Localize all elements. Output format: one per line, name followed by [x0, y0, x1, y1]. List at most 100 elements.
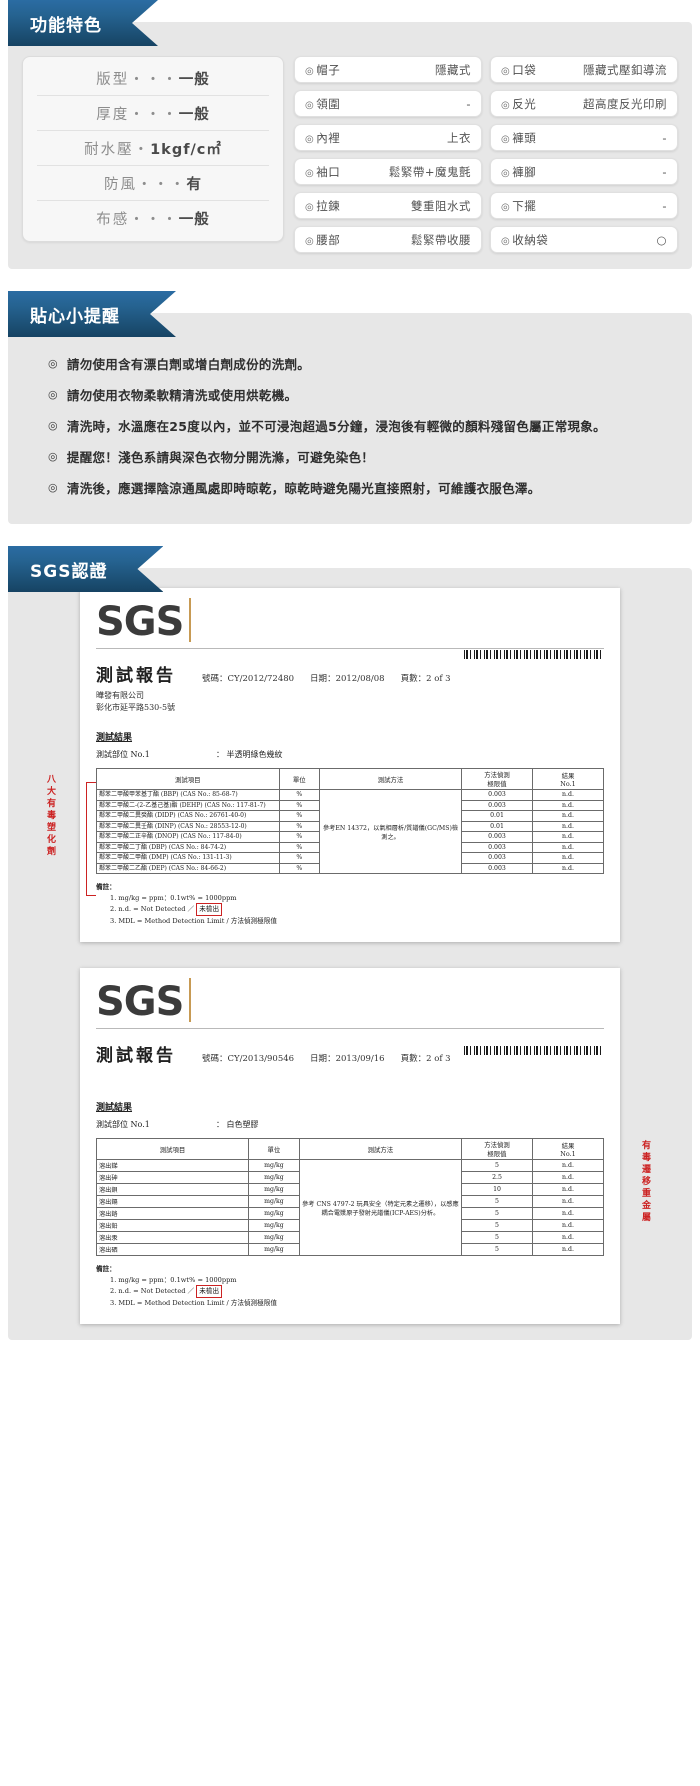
cell-unit: mg/kg: [248, 1231, 300, 1245]
report-table-wrap: 八大有毒塑化劑 測試項目 單位 測試方法 方法偵測 極限值 結果 No.1 鄰苯…: [45, 768, 604, 896]
not-detected-badge: 未檢出: [196, 903, 223, 916]
circle-dot-icon: ◎: [305, 235, 315, 247]
cell-unit: %: [278, 810, 321, 822]
sgs-panel: SGS 測試報告 號碼：CY/2012/72480 日期：2012/08/08 …: [8, 568, 692, 1341]
test-part-sep: ：: [216, 750, 224, 759]
circle-dot-icon: ◎: [501, 167, 511, 179]
cell-result: n.d.: [532, 841, 604, 853]
feature-item: ◎ 內裡 上衣: [294, 124, 482, 151]
test-part-value: 半透明綠色幾紋: [226, 750, 283, 759]
report-meta: 號碼：CY/2012/72480 日期：2012/08/08 頁數：2 of 3: [202, 672, 451, 684]
cell-item: 溶出銻: [95, 1159, 250, 1173]
circle-dot-icon: ◎: [48, 481, 58, 494]
cell-result: n.d.: [531, 1171, 605, 1185]
feature-item-label: 褲腳: [512, 164, 537, 179]
tip-item: ◎ 清洗時，水溫應在25度以內，並不可浸泡超過5分鐘，浸泡後有輕微的顏料殘留色屬正…: [48, 419, 672, 434]
cell-unit: mg/kg: [248, 1183, 300, 1197]
product-detail-page: 功能特色 版型・・・一般 厚度・・・一般 耐水壓・1kgf/c㎡ 防風・・・有: [0, 0, 700, 1341]
note-line: 1. mg/kg = ppm：0.1wt% = 1000ppm: [110, 893, 237, 902]
table-row: 溶出銻 mg/kg 參考 CNS 4797-2 玩具安全（特定元素之遷移），以感…: [95, 1159, 605, 1257]
feature-item: ◎ 領圍 -: [294, 90, 482, 117]
feature-item: ◎ 口袋 隱藏式壓釦導流: [490, 56, 678, 83]
feature-item-label: 收納袋: [512, 232, 549, 247]
cell-limit: 5: [461, 1159, 533, 1173]
test-part-sep: ：: [216, 1120, 224, 1130]
test-result-table: 測試項目 單位 測試方法 方法偵測 極限值 結果 No.1 鄰苯二甲酸甲苯基丁酯 (…: [96, 768, 604, 874]
feature-item-label: 口袋: [512, 62, 537, 77]
cell-limit: 5: [461, 1207, 533, 1221]
note-line: 1. mg/kg = ppm：0.1wt% = 1000ppm: [110, 1275, 237, 1284]
cell-result: n.d.: [532, 789, 604, 801]
feature-item: ◎ 褲腳 -: [490, 158, 678, 185]
features-section: 功能特色 版型・・・一般 厚度・・・一般 耐水壓・1kgf/c㎡ 防風・・・有: [0, 0, 700, 269]
sgs-section: SGS認證 SGS 測試報告 號碼：CY/2012/72480 日期：2012/…: [0, 546, 700, 1341]
tip-text: 清洗後，應選擇陰涼通風處即時晾乾，晾乾時避免陽光直接照射，可維護衣服色澤。: [66, 481, 541, 496]
cell-result: n.d.: [532, 810, 604, 822]
spec-dots: ・・・: [129, 72, 179, 88]
spec-dots: ・・・: [129, 107, 179, 123]
logo-divider: [96, 648, 604, 649]
circle-dot-icon: ◎: [48, 357, 58, 370]
barcode: [464, 650, 602, 659]
tip-text: 提醒您！淺色系請與深色衣物分開洗滌，可避免染色！: [66, 450, 375, 465]
cell-limit: 5: [461, 1243, 533, 1257]
cell-result: n.d.: [531, 1207, 605, 1221]
table-header-row: 測試項目 單位 測試方法 方法偵測 極限值 結果 No.1: [95, 1138, 605, 1161]
spec-value: 一般: [178, 212, 210, 228]
test-result-table: 測試項目 單位 測試方法 方法偵測極限值 結果No.1 溶出銻 mg/kg: [95, 1138, 605, 1257]
circle-dot-icon: ◎: [48, 450, 58, 463]
cell-unit: %: [278, 789, 321, 801]
spec-key: 耐水壓: [84, 142, 134, 158]
spec-dots: ・: [133, 142, 151, 158]
feature-item-value: 上衣: [447, 130, 471, 145]
features-grid: 版型・・・一般 厚度・・・一般 耐水壓・1kgf/c㎡ 防風・・・有 布感・・・…: [22, 56, 678, 253]
sgs-logo: SGS: [96, 978, 192, 1023]
barcode: [464, 1046, 602, 1056]
cell-limit: 2.5: [461, 1171, 533, 1185]
cell-result: n.d.: [532, 852, 604, 864]
cell-unit: mg/kg: [248, 1219, 300, 1233]
tips-section: 貼心小提醒 ◎ 請勿使用含有漂白劑或增白劑成份的洗劑。 ◎ 請勿使用衣物柔軟精清洗或…: [0, 291, 700, 524]
notes-heading: 備註：: [96, 883, 116, 891]
cell-limit: 5: [461, 1231, 533, 1245]
cell-unit: %: [278, 831, 321, 843]
cell-item: 鄰苯二甲酸二異癸酯 (DIDP) (CAS No.: 26761-40-0): [96, 810, 280, 822]
features-ribbon-wrap: 功能特色: [0, 0, 700, 46]
report-logo-row: SGS: [96, 978, 604, 1023]
cell-unit: mg/kg: [248, 1195, 300, 1209]
cell-unit: mg/kg: [248, 1159, 300, 1173]
cell-result: n.d.: [531, 1231, 605, 1245]
circle-dot-icon: ◎: [305, 65, 315, 77]
feature-item-value: 鬆緊帶收腰: [411, 232, 471, 247]
cell-unit: %: [278, 862, 321, 874]
circle-dot-icon: ◎: [501, 65, 511, 77]
feature-item: ◎ 下擺 -: [490, 192, 678, 219]
feature-item-value: -: [662, 198, 667, 213]
not-detected-badge: 未檢出: [196, 1285, 223, 1298]
col-item: 測試項目: [96, 768, 280, 790]
report-header: 測試報告 號碼：CY/2012/72480 日期：2012/08/08 頁數：2…: [96, 661, 604, 686]
side-label-toxic-heavy-metal: 有毒遷移重金屬: [640, 1140, 650, 1225]
report-meta: 號碼：CY/2013/90546 日期：2013/09/16 頁數：2 of 3: [202, 1052, 451, 1064]
cell-unit: mg/kg: [248, 1171, 300, 1185]
report-logo-row: SGS: [96, 598, 604, 642]
feature-item-columns: ◎ 帽子 隱藏式 ◎ 領圍 - ◎ 內裡 上衣 ◎ 袖口 鬆緊帶+魔鬼氈 ◎ 拉鍊 雙重阻水式 ◎ 腰…: [294, 56, 678, 253]
circle-dot-icon: ◎: [501, 99, 511, 111]
col-limit: 方法偵測 極限值: [461, 1138, 533, 1161]
sgs-report-card: SGS 測試報告 號碼：CY/2013/90546 日期：2013/09/16 …: [80, 968, 650, 1325]
circle-dot-icon: ◎: [48, 419, 58, 432]
spec-row: 版型・・・一般: [37, 61, 269, 96]
spec-dots: ・・・: [137, 177, 187, 193]
cell-limit: 0.01: [461, 820, 533, 832]
cell-unit: %: [278, 852, 321, 864]
col-result: 結果 No.1: [531, 1138, 605, 1161]
feature-item-label: 拉鍊: [316, 198, 341, 213]
spec-key: 厚度: [96, 107, 130, 123]
note-line: 3. MDL = Method Detection Limit / 方法偵測極限…: [110, 916, 277, 925]
feature-item-label: 腰部: [316, 232, 341, 247]
cell-limit: 0.003: [461, 841, 533, 853]
feature-item-value: 鬆緊帶+魔鬼氈: [388, 164, 471, 179]
sgs-report-card: SGS 測試報告 號碼：CY/2012/72480 日期：2012/08/08 …: [45, 588, 620, 943]
cell-limit: 0.003: [461, 789, 533, 801]
result-heading: 測試結果: [96, 1103, 133, 1114]
